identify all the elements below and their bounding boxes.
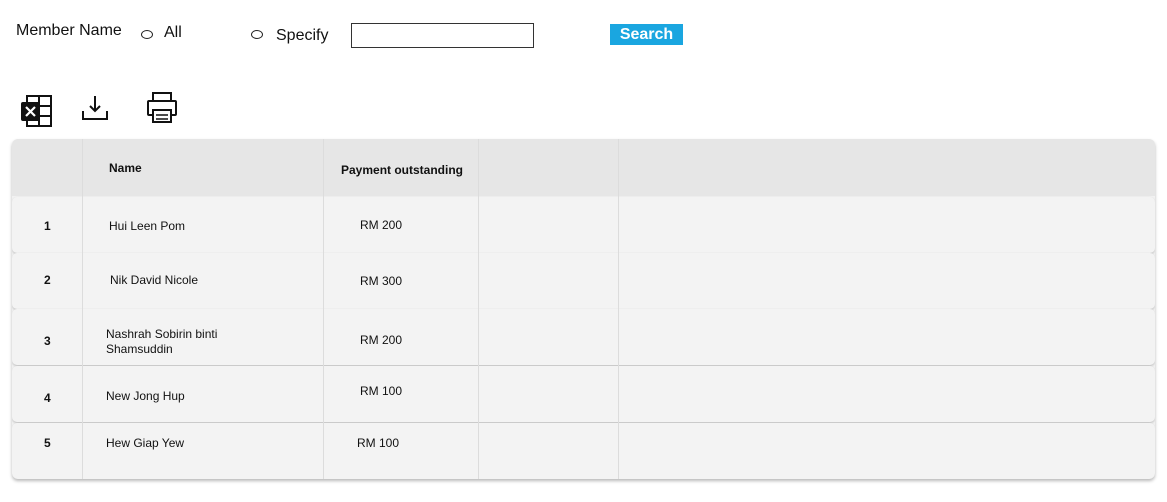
column-divider	[323, 139, 324, 479]
radio-specify[interactable]	[251, 30, 263, 39]
excel-export-button[interactable]	[20, 94, 54, 128]
row-number: 5	[44, 436, 51, 450]
row-number: 3	[44, 334, 51, 348]
column-divider	[478, 139, 479, 479]
payment-outstanding: RM 100	[357, 436, 400, 450]
table-row[interactable]: 3 Nashrah Sobirin binti Shamsuddin RM 20…	[12, 309, 1155, 365]
excel-icon	[21, 95, 52, 127]
table-row[interactable]: 1 Hui Leen Pom RM 200	[12, 197, 1155, 253]
row-number: 1	[44, 219, 51, 233]
print-button[interactable]	[145, 91, 181, 125]
member-name: Hew Giap Yew	[106, 436, 185, 450]
member-name: Nik David Nicole	[110, 273, 199, 287]
download-button[interactable]	[80, 94, 112, 124]
member-name-continued: Shamsuddin	[106, 342, 173, 356]
column-header-payment: Payment outstanding	[341, 163, 464, 177]
radio-specify-label[interactable]: Specify	[276, 27, 328, 45]
print-icon	[147, 92, 177, 123]
payment-outstanding: RM 300	[360, 274, 403, 288]
column-header-name: Name	[109, 161, 142, 175]
member-name-input[interactable]	[351, 23, 534, 48]
column-divider	[618, 139, 619, 479]
table-header: Name Payment outstanding	[12, 139, 1155, 196]
table-row[interactable]: 5 Hew Giap Yew RM 100	[12, 423, 1155, 479]
member-name: Hui Leen Pom	[109, 219, 186, 233]
member-name-label: Member Name	[16, 22, 122, 39]
member-name: New Jong Hup	[106, 389, 185, 403]
table-row[interactable]: 2 Nik David Nicole RM 300	[12, 253, 1155, 309]
radio-all-label[interactable]: All	[164, 24, 182, 42]
payment-outstanding: RM 200	[360, 333, 403, 347]
row-number: 2	[44, 273, 51, 287]
search-button[interactable]: Search	[610, 24, 683, 45]
members-table: Name Payment outstanding 1 Hui Leen Pom …	[12, 139, 1155, 479]
radio-all[interactable]	[141, 30, 153, 39]
row-number: 4	[44, 391, 51, 405]
payment-outstanding: RM 200	[360, 218, 403, 232]
table-row[interactable]: 4 New Jong Hup RM 100	[12, 366, 1155, 422]
column-divider	[82, 139, 83, 479]
member-name: Nashrah Sobirin binti	[106, 327, 218, 341]
payment-outstanding: RM 100	[360, 384, 403, 398]
download-icon	[82, 96, 108, 120]
